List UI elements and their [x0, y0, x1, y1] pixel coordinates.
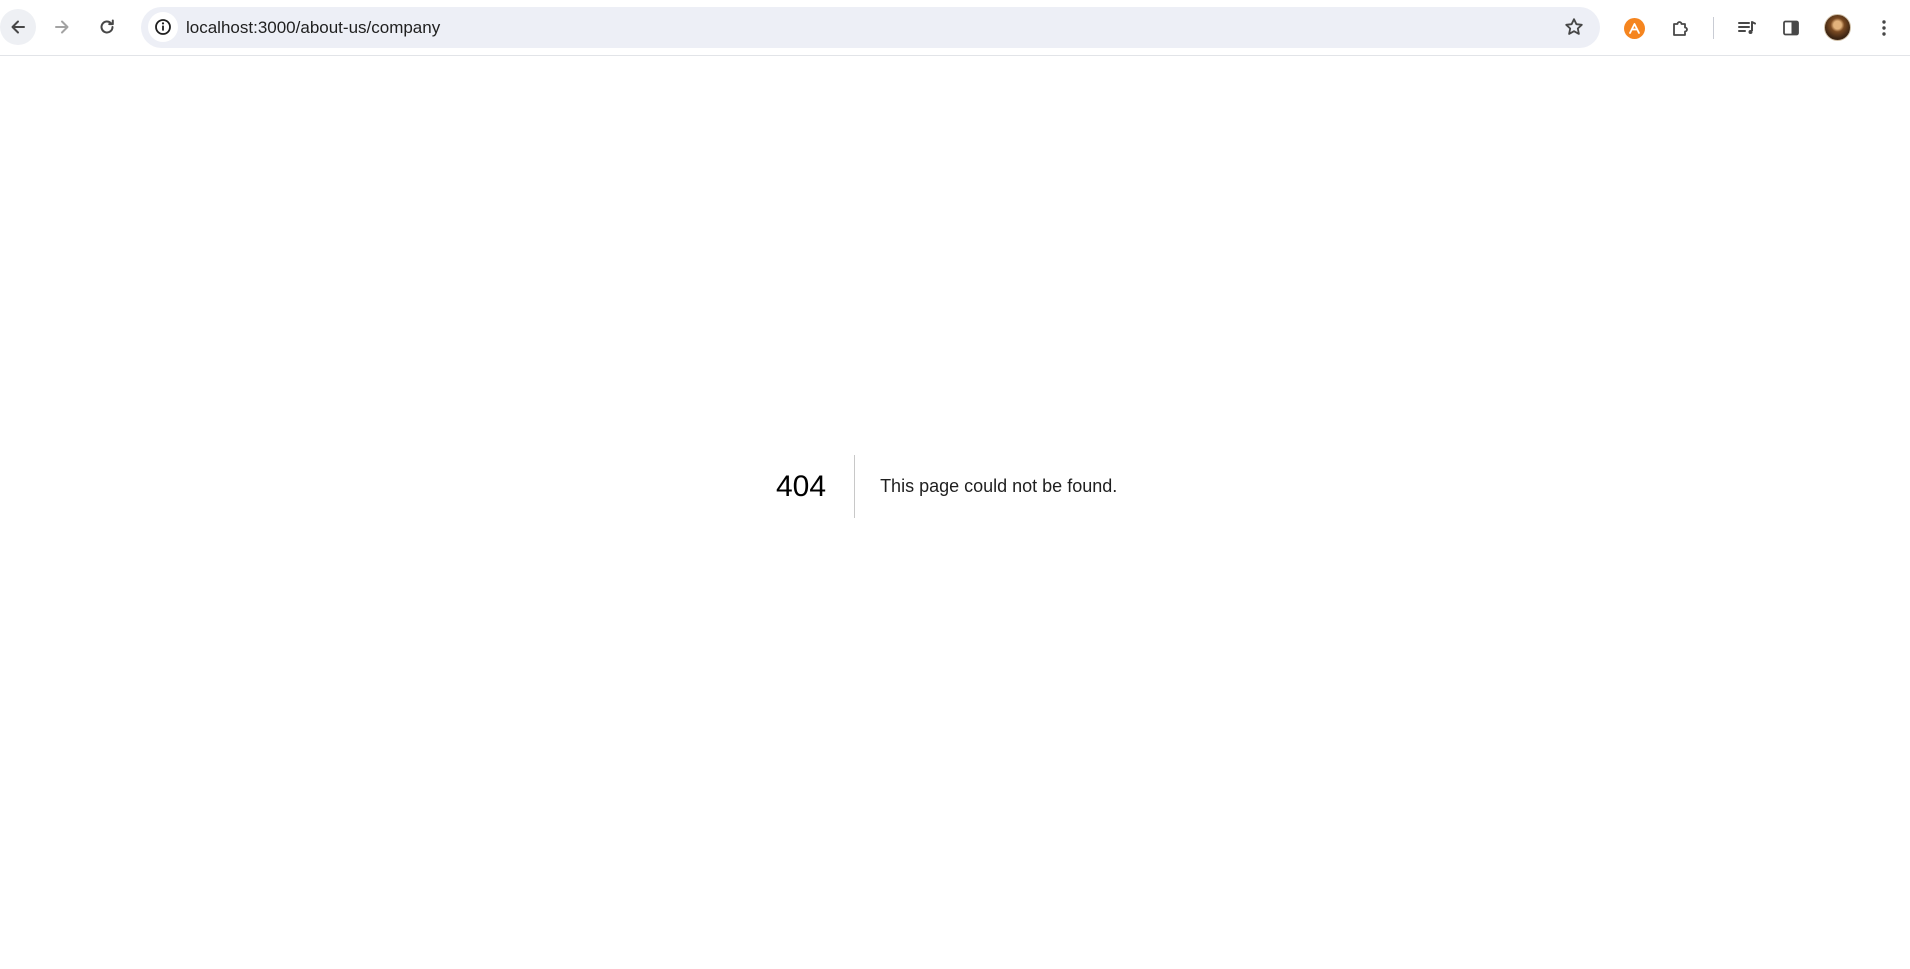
extension-button[interactable]	[1616, 10, 1652, 46]
media-control-button[interactable]	[1729, 10, 1765, 46]
profile-avatar[interactable]	[1824, 14, 1851, 41]
not-found-error: 404 This page could not be found.	[776, 454, 1118, 518]
info-icon	[155, 19, 171, 35]
puzzle-icon	[1673, 21, 1688, 36]
error-code: 404	[776, 469, 827, 503]
reload-icon	[100, 19, 114, 34]
browser-toolbar: localhost:3000/about-us/company	[0, 0, 1910, 56]
forward-button[interactable]	[44, 9, 80, 45]
extensions-menu-button[interactable]	[1663, 10, 1699, 46]
error-message: This page could not be found.	[880, 475, 1118, 496]
extension-badge-icon	[1623, 17, 1645, 39]
page-content: 404 This page could not be found.	[0, 56, 1910, 969]
address-bar[interactable]: localhost:3000/about-us/company	[141, 7, 1600, 48]
toolbar-divider	[1713, 17, 1714, 39]
side-panel-icon	[1783, 20, 1799, 36]
arrow-right-icon	[55, 20, 69, 34]
media-control-icon	[1738, 21, 1756, 34]
site-info-button[interactable]	[148, 12, 178, 42]
reload-button[interactable]	[89, 9, 125, 45]
back-button[interactable]	[0, 9, 36, 45]
star-icon	[1565, 18, 1583, 35]
arrow-left-icon	[11, 20, 25, 34]
url-text[interactable]: localhost:3000/about-us/company	[186, 18, 440, 38]
bookmark-button[interactable]	[1558, 11, 1590, 43]
browser-menu-button[interactable]	[1866, 10, 1902, 46]
side-panel-button[interactable]	[1773, 10, 1809, 46]
kebab-menu-icon	[1882, 20, 1886, 36]
